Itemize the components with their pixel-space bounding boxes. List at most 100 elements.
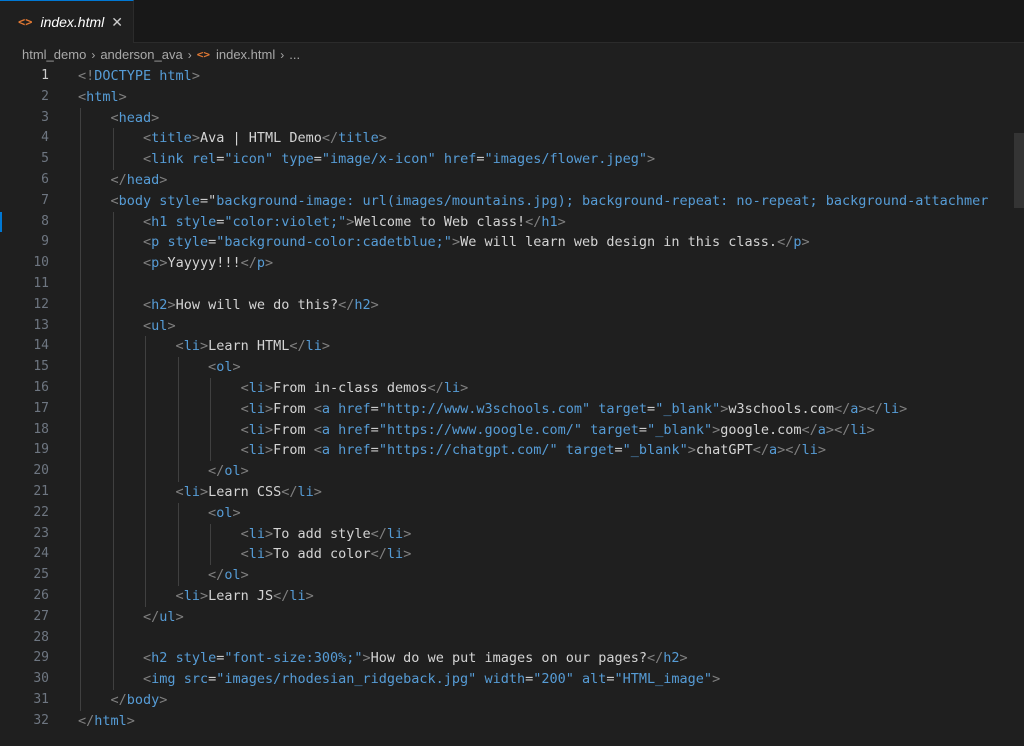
code-line[interactable]: <h2 style="font-size:300%;">How do we pu… (78, 648, 1024, 670)
indent-guide (80, 544, 81, 566)
code-line[interactable]: </ol> (78, 461, 1024, 482)
line-number: 17 (33, 400, 49, 416)
code-line[interactable]: <!DOCTYPE html> (78, 66, 1024, 87)
code-line[interactable]: <title>Ava | HTML Demo</title> (78, 128, 1024, 150)
code-line[interactable]: <li>Learn CSS</li> (78, 481, 1024, 503)
indent-guide (80, 357, 81, 378)
code-line[interactable]: </body> (78, 689, 1024, 711)
indent-guide (177, 398, 179, 420)
line-number: 22 (33, 504, 49, 520)
indent-guide (80, 232, 81, 254)
indent-guide (80, 440, 81, 462)
indent-guide (112, 211, 114, 233)
indent-guide (80, 669, 81, 690)
indent-guide (80, 273, 81, 295)
indent-guide (112, 606, 114, 628)
line-number: 12 (33, 296, 49, 312)
line-number: 14 (33, 338, 49, 354)
code-line[interactable]: <img src="images/rhodesian_ridgeback.jpg… (78, 669, 1024, 690)
code-line[interactable] (78, 627, 1024, 649)
code-line[interactable]: <p>Yayyyy!!!</p> (78, 253, 1024, 274)
line-number: 9 (41, 234, 49, 250)
code-line[interactable]: <li>To add color</li> (78, 544, 1024, 566)
indent-guide (80, 253, 81, 274)
breadcrumb-item-html-demo[interactable]: html_demo (22, 47, 86, 62)
code-line[interactable]: <ol> (78, 502, 1024, 524)
indent-guide (112, 585, 114, 607)
code-line[interactable]: <li>From in-class demos</li> (78, 377, 1024, 399)
line-number: 26 (33, 587, 49, 603)
indent-guide (145, 377, 147, 399)
code-line[interactable]: <h2>How will we do this?</h2> (78, 294, 1024, 316)
line-number: 19 (33, 442, 49, 458)
breadcrumb-item-anderson-ava[interactable]: anderson_ava (100, 47, 182, 62)
line-number: 1 (41, 68, 49, 83)
code-line[interactable]: </head> (78, 169, 1024, 191)
code-line[interactable]: <html> (78, 87, 1024, 108)
indent-guide (210, 398, 212, 420)
indent-guide (177, 357, 179, 378)
breadcrumb-item-more[interactable]: ... (289, 47, 300, 62)
indent-guide (177, 502, 179, 524)
indent-guide (177, 461, 179, 482)
line-number: 32 (33, 712, 49, 728)
indent-guide (112, 502, 114, 524)
indent-guide (80, 294, 81, 316)
line-number: 23 (33, 525, 49, 541)
code-line[interactable]: <li>To add style</li> (78, 523, 1024, 545)
code-area[interactable]: <!DOCTYPE html> <html> <head> <title>Ava … (78, 66, 1024, 732)
tab-index-html[interactable]: <> index.html ✕ (0, 0, 134, 43)
vertical-scrollbar[interactable] (1014, 133, 1024, 208)
line-number: 4 (41, 130, 49, 146)
line-number: 20 (33, 463, 49, 479)
code-line[interactable]: <li>From <a href="https://www.google.com… (78, 419, 1024, 441)
indent-guide (112, 523, 114, 545)
indent-guide (177, 440, 179, 462)
code-line[interactable]: <li>From <a href="http://www.w3schools.c… (78, 398, 1024, 420)
indent-guide (80, 336, 81, 358)
code-line[interactable]: </ol> (78, 565, 1024, 586)
indent-guide (145, 419, 147, 441)
indent-guide (80, 377, 81, 399)
indent-guide (112, 648, 114, 670)
close-icon[interactable]: ✕ (111, 14, 123, 31)
code-line[interactable]: <li>Learn HTML</li> (78, 336, 1024, 358)
chevron-right-icon: › (187, 47, 192, 62)
code-line[interactable]: </html> (78, 711, 1024, 732)
breadcrumb: html_demo › anderson_ava › <> index.html… (0, 43, 1024, 66)
code-line[interactable]: <p style="background-color:cadetblue;">W… (78, 232, 1024, 254)
line-number: 21 (33, 483, 49, 499)
code-line[interactable] (78, 273, 1024, 295)
code-line[interactable]: <link rel="icon" type="image/x-icon" hre… (78, 149, 1024, 170)
code-line[interactable]: <li>From <a href="https://chatgpt.com/" … (78, 440, 1024, 462)
line-number: 5 (41, 151, 49, 167)
code-line[interactable]: <head> (78, 107, 1024, 129)
line-number: 8 (41, 213, 49, 229)
indent-guide (210, 523, 212, 545)
indent-guide (80, 481, 81, 503)
line-number: 11 (33, 275, 49, 291)
indent-guide (80, 585, 81, 607)
indent-guide (80, 315, 81, 337)
indent-guide (112, 273, 114, 295)
indent-guide (112, 565, 114, 586)
indent-guide (112, 461, 114, 482)
indent-guide (112, 419, 114, 441)
code-line[interactable]: <ol> (78, 357, 1024, 378)
breadcrumb-item-index-html[interactable]: index.html (216, 47, 275, 62)
code-line[interactable]: <li>Learn JS</li> (78, 585, 1024, 607)
indent-guide (112, 544, 114, 566)
code-editor[interactable]: 1 2 3 4 5 6 7 8 9 10 11 12 13 14 15 16 17 18 19 20 21 22 23 24 2… (0, 66, 1024, 746)
code-line[interactable]: <ul> (78, 315, 1024, 337)
code-line[interactable]: <h1 style="color:violet;">Welcome to Web… (78, 211, 1024, 233)
line-number: 28 (33, 629, 49, 645)
code-line[interactable]: </ul> (78, 606, 1024, 628)
html-file-icon: <> (18, 15, 33, 29)
indent-guide (80, 190, 81, 212)
indent-guide (112, 377, 114, 399)
indent-guide (112, 440, 114, 462)
code-line[interactable]: <body style="background-image: url(image… (78, 190, 1024, 212)
indent-guide (177, 419, 179, 441)
line-number: 3 (41, 109, 49, 125)
indent-guide (177, 544, 179, 566)
